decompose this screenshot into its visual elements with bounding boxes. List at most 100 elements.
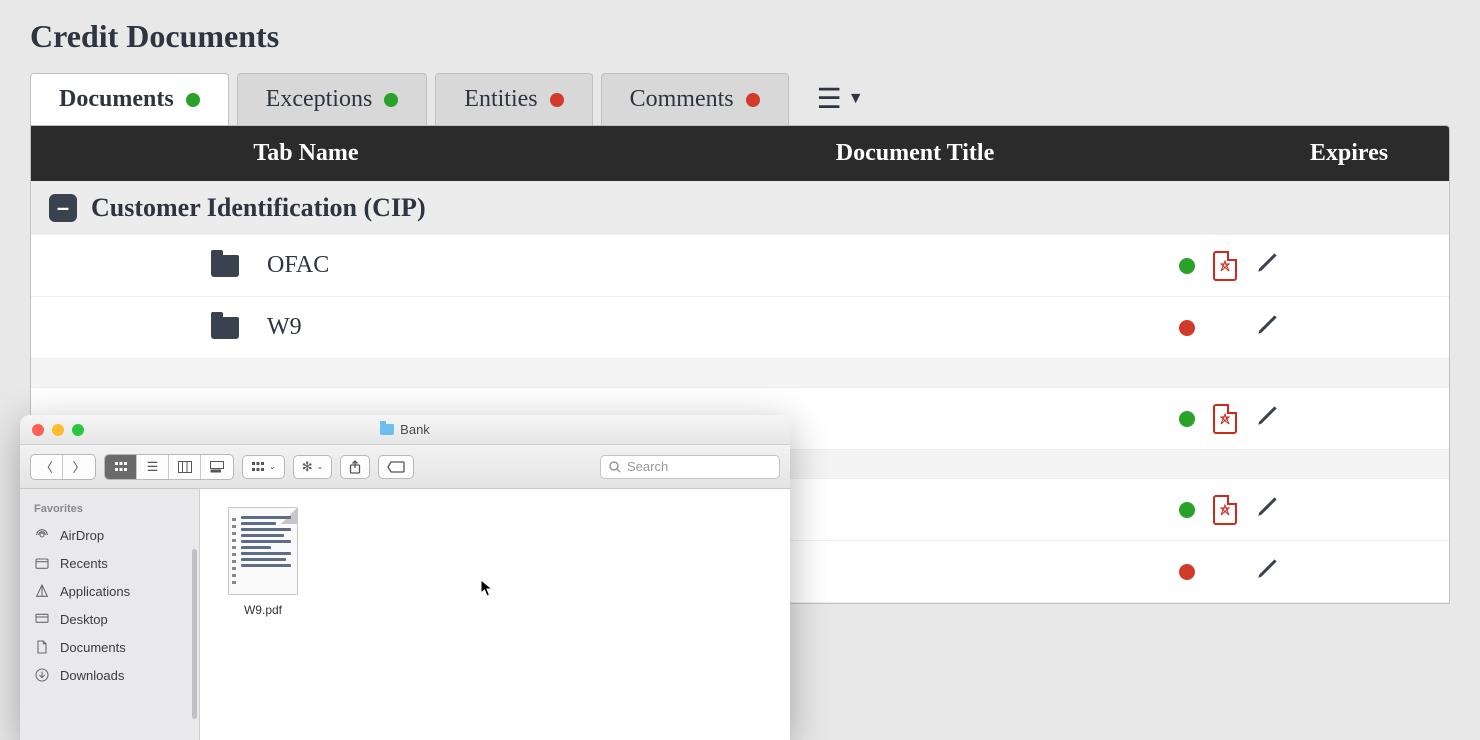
sidebar-item-documents[interactable]: Documents (20, 633, 199, 661)
tab-entities[interactable]: Entities (435, 73, 592, 125)
action-dropdown[interactable]: ✻ ⌄ (293, 455, 333, 479)
downloads-icon (34, 667, 50, 683)
desktop-icon (34, 611, 50, 627)
tab-label: Documents (59, 86, 174, 113)
fav-label: AirDrop (60, 528, 104, 543)
finder-sidebar: Favorites AirDrop Recents Applications D… (20, 489, 200, 740)
folder-icon (211, 317, 239, 339)
status-dot-icon (1179, 258, 1195, 274)
finder-window[interactable]: Bank 〈 〉 ☰ ⌄ ✻ ⌄ (20, 415, 790, 740)
tab-label: Entities (464, 86, 537, 113)
view-switcher: ☰ (104, 454, 234, 480)
arrange-dropdown[interactable]: ⌄ (242, 455, 285, 479)
recents-icon (34, 555, 50, 571)
file-label: W9.pdf (244, 603, 282, 617)
col-header-tabname: Tab Name (31, 140, 581, 167)
row-actions (1169, 311, 1369, 344)
fav-label: Downloads (60, 668, 124, 683)
status-dot-icon (1179, 564, 1195, 580)
sidebar-item-airdrop[interactable]: AirDrop (20, 521, 199, 549)
edit-icon[interactable] (1255, 311, 1281, 344)
nav-back-forward: 〈 〉 (30, 454, 96, 480)
search-icon (609, 461, 621, 473)
tab-comments[interactable]: Comments (601, 73, 789, 125)
chevron-down-icon: ⌄ (317, 462, 324, 471)
documents-icon (34, 639, 50, 655)
folder-icon (211, 255, 239, 277)
status-dot-icon (746, 93, 760, 107)
row-actions (1169, 493, 1369, 526)
search-placeholder: Search (627, 459, 668, 474)
chevron-down-icon: ▼ (848, 90, 864, 108)
finder-toolbar: 〈 〉 ☰ ⌄ ✻ ⌄ (20, 445, 790, 489)
row-actions (1169, 402, 1369, 435)
view-list-button[interactable]: ☰ (137, 455, 169, 479)
cursor-icon (480, 579, 496, 602)
finder-body: Favorites AirDrop Recents Applications D… (20, 489, 790, 740)
tag-button[interactable] (378, 455, 414, 479)
share-button[interactable] (340, 455, 370, 479)
row-name: W9 (267, 314, 302, 341)
sidebar-item-desktop[interactable]: Desktop (20, 605, 199, 633)
table-row[interactable] (31, 359, 1449, 388)
sidebar-item-applications[interactable]: Applications (20, 577, 199, 605)
group-label: Customer Identification (CIP) (91, 193, 426, 223)
favorites-heading: Favorites (20, 499, 199, 521)
pdf-icon[interactable] (1213, 251, 1237, 281)
file-item[interactable]: W9.pdf (218, 507, 308, 617)
gear-icon: ✻ (302, 459, 313, 475)
sidebar-item-recents[interactable]: Recents (20, 549, 199, 577)
folder-icon (380, 424, 394, 435)
fav-label: Recents (60, 556, 108, 571)
fav-label: Desktop (60, 612, 108, 627)
sidebar-item-downloads[interactable]: Downloads (20, 661, 199, 689)
fav-label: Applications (60, 584, 130, 599)
pdf-icon[interactable] (1213, 404, 1237, 434)
hamburger-icon: ☰ (817, 82, 842, 116)
chevron-down-icon: ⌄ (269, 462, 276, 471)
edit-icon[interactable] (1255, 402, 1281, 435)
table-header: Tab Name Document Title Expires (31, 126, 1449, 181)
collapse-icon[interactable]: – (49, 194, 77, 222)
pdf-icon[interactable] (1213, 495, 1237, 525)
finder-title: Bank (20, 422, 790, 437)
view-gallery-button[interactable] (201, 455, 233, 479)
col-header-doctitle: Document Title (581, 140, 1249, 167)
nav-forward-button[interactable]: 〉 (63, 455, 95, 479)
nav-back-button[interactable]: 〈 (31, 455, 63, 479)
col-header-expires: Expires (1249, 140, 1449, 167)
edit-icon[interactable] (1255, 493, 1281, 526)
table-row[interactable]: OFAC (31, 235, 1449, 297)
tabs-row: Documents Exceptions Entities Comments ☰… (30, 73, 1450, 125)
edit-icon[interactable] (1255, 249, 1281, 282)
tab-label: Exceptions (266, 86, 373, 113)
finder-title-label: Bank (400, 422, 430, 437)
finder-search[interactable]: Search (600, 455, 780, 479)
status-dot-icon (384, 93, 398, 107)
view-icon-button[interactable] (105, 455, 137, 479)
row-left: W9 (31, 314, 581, 341)
applications-icon (34, 583, 50, 599)
tab-label: Comments (630, 86, 734, 113)
row-actions (1169, 249, 1369, 282)
tab-exceptions[interactable]: Exceptions (237, 73, 428, 125)
table-row[interactable]: W9 (31, 297, 1449, 359)
finder-titlebar[interactable]: Bank (20, 415, 790, 445)
status-dot-icon (1179, 502, 1195, 518)
group-row[interactable]: – Customer Identification (CIP) (31, 181, 1449, 235)
view-columns-button[interactable] (169, 455, 201, 479)
row-actions (1169, 555, 1369, 588)
status-dot-icon (1179, 320, 1195, 336)
row-left: OFAC (31, 252, 581, 279)
airdrop-icon (34, 527, 50, 543)
row-name: OFAC (267, 252, 329, 279)
status-dot-icon (550, 93, 564, 107)
tabs-menu-dropdown[interactable]: ☰ ▼ (817, 82, 864, 116)
finder-content[interactable]: W9.pdf (200, 489, 790, 740)
status-dot-icon (186, 93, 200, 107)
tab-documents[interactable]: Documents (30, 73, 229, 125)
edit-icon[interactable] (1255, 555, 1281, 588)
fav-label: Documents (60, 640, 126, 655)
status-dot-icon (1179, 411, 1195, 427)
page-title: Credit Documents (30, 18, 1450, 55)
